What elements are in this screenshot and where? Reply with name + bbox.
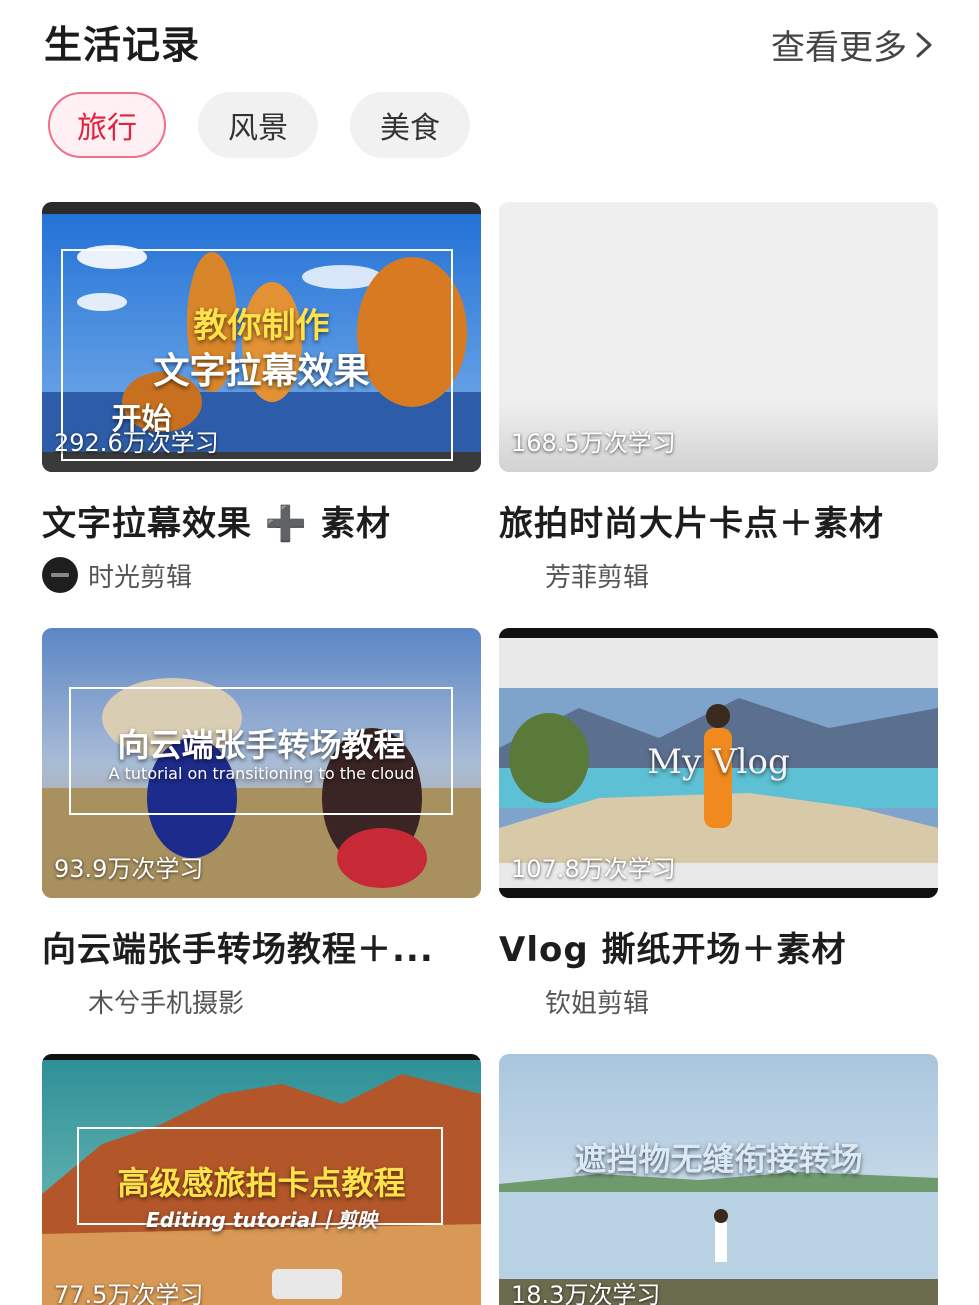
video-thumbnail[interactable]: 教你制作 文字拉幕效果 开始 292.6万次学习: [42, 202, 481, 472]
overlay-text: 遮挡物无缝衔接转场: [574, 1140, 863, 1178]
view-count: 18.3万次学习: [511, 1281, 661, 1305]
tab-scenery[interactable]: 风景: [198, 92, 318, 158]
category-tabs: 旅行 风景 美食: [48, 92, 470, 158]
card-title: 向云端张手转场教程＋...: [42, 930, 434, 970]
tutorial-card[interactable]: 168.5万次学习 旅拍时尚大片卡点＋素材 芳菲剪辑: [499, 202, 938, 593]
card-title: 文字拉幕效果 ➕ 素材: [42, 504, 392, 544]
tab-label: 美食: [380, 111, 440, 146]
author-name: 钦姐剪辑: [545, 988, 650, 1019]
author-row[interactable]: 钦姐剪辑: [499, 983, 938, 1019]
section-title: 生活记录: [44, 23, 201, 67]
tutorial-card[interactable]: 教你制作 文字拉幕效果 开始 292.6万次学习 文字拉幕效果 ➕ 素材 时光剪…: [42, 202, 481, 593]
author-row[interactable]: 芳菲剪辑: [499, 557, 938, 593]
view-count: 292.6万次学习: [54, 429, 219, 457]
view-count: 107.8万次学习: [511, 855, 676, 883]
overlay-text: A tutorial on transitioning to the cloud: [108, 764, 415, 783]
tab-label: 风景: [228, 111, 288, 146]
avatar-logo-icon: [51, 573, 69, 577]
page: 生活记录 查看更多 旅行 风景 美食 教你制作 文字拉幕效果 开始 292.6万…: [0, 0, 979, 1305]
video-thumbnail[interactable]: 向云端张手转场教程 A tutorial on transitioning to…: [42, 628, 481, 898]
tutorial-card[interactable]: 高级感旅拍卡点教程 Editing tutorial丨剪映 77.5万次学习: [42, 1054, 481, 1305]
card-title: 旅拍时尚大片卡点＋素材: [499, 504, 884, 544]
avatar-placeholder: [499, 983, 535, 1019]
tutorial-card[interactable]: 遮挡物无缝衔接转场 18.3万次学习: [499, 1054, 938, 1305]
tab-travel[interactable]: 旅行: [48, 92, 166, 158]
video-thumbnail[interactable]: 高级感旅拍卡点教程 Editing tutorial丨剪映 77.5万次学习: [42, 1054, 481, 1305]
tab-food[interactable]: 美食: [350, 92, 470, 158]
view-count: 77.5万次学习: [54, 1281, 204, 1305]
overlay-text: 文字拉幕效果: [153, 351, 370, 392]
author-name: 芳菲剪辑: [545, 562, 650, 593]
video-thumbnail[interactable]: 168.5万次学习: [499, 202, 938, 472]
view-count: 168.5万次学习: [511, 429, 676, 457]
see-more-link[interactable]: 查看更多: [771, 20, 935, 69]
tab-label: 旅行: [77, 111, 137, 146]
overlay-text: 向云端张手转场教程: [117, 726, 406, 764]
chevron-right-icon: [916, 32, 932, 57]
avatar: [42, 557, 78, 593]
video-thumbnail[interactable]: My Vlog 107.8万次学习: [499, 628, 938, 898]
section-header: 生活记录 查看更多: [0, 0, 979, 80]
author-name: 木兮手机摄影: [88, 988, 245, 1019]
video-thumbnail[interactable]: 遮挡物无缝衔接转场 18.3万次学习: [499, 1054, 938, 1305]
overlay-text: Editing tutorial丨剪映: [146, 1208, 377, 1232]
avatar-placeholder: [42, 983, 78, 1019]
overlay-text: My Vlog: [647, 742, 790, 782]
author-name: 时光剪辑: [88, 562, 193, 593]
author-row[interactable]: 木兮手机摄影: [42, 983, 481, 1019]
see-more-label: 查看更多: [771, 28, 907, 68]
tutorial-card[interactable]: My Vlog 107.8万次学习 Vlog 撕纸开场＋素材 钦姐剪辑: [499, 628, 938, 1019]
avatar-placeholder: [499, 557, 535, 593]
author-row[interactable]: 时光剪辑: [42, 557, 481, 593]
overlay-text: 教你制作: [193, 306, 330, 346]
overlay-text: 高级感旅拍卡点教程: [117, 1164, 406, 1202]
view-count: 93.9万次学习: [54, 855, 204, 883]
card-title: Vlog 撕纸开场＋素材: [499, 930, 847, 970]
tutorial-card[interactable]: 向云端张手转场教程 A tutorial on transitioning to…: [42, 628, 481, 1019]
